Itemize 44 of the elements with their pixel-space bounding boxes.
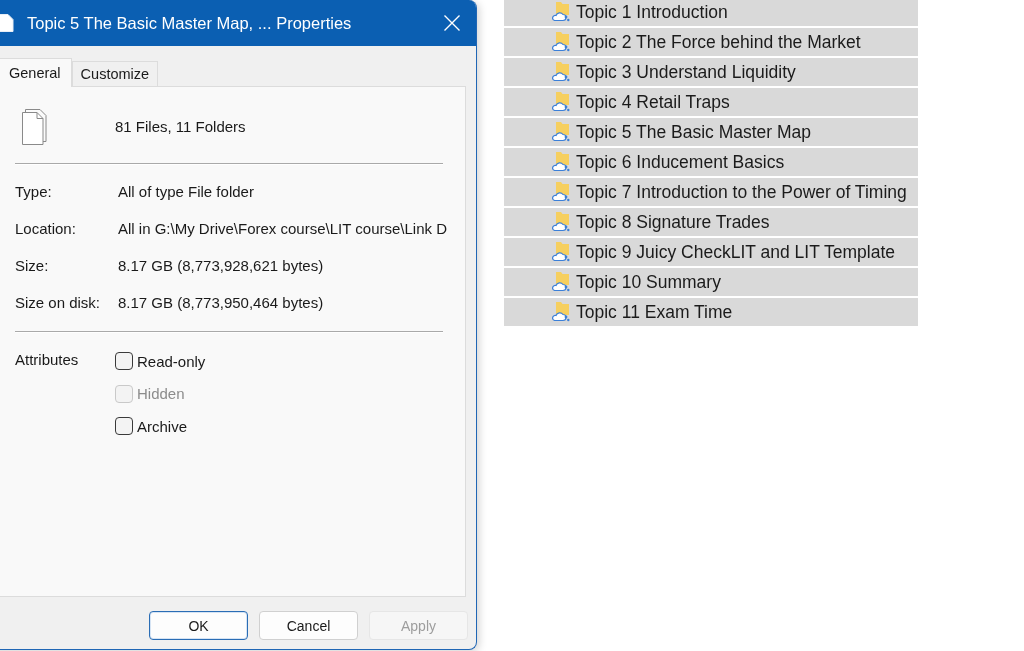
shared-folder-icon <box>552 302 570 322</box>
folder-row[interactable]: Topic 4 Retail Traps <box>504 88 918 116</box>
shared-folder-icon <box>552 182 570 202</box>
folder-row[interactable]: Topic 9 Juicy CheckLIT and LIT Template <box>504 238 918 266</box>
shared-folder-icon <box>552 152 570 172</box>
document-icon <box>0 14 14 32</box>
folder-row[interactable]: Topic 1 Introduction <box>504 0 918 26</box>
dialog-button[interactable]: Cancel <box>259 611 358 640</box>
property-label: Location: <box>15 220 77 237</box>
folder-row[interactable]: Topic 6 Inducement Basics <box>504 148 918 176</box>
tab[interactable]: Customize <box>71 61 159 86</box>
folder-row[interactable]: Topic 5 The Basic Master Map <box>504 118 918 146</box>
shared-folder-icon <box>552 122 570 142</box>
shared-folder-icon <box>552 32 570 52</box>
checkbox-label: Hidden <box>137 385 185 403</box>
property-label: Type: <box>15 183 53 200</box>
attributes-label: Attributes <box>15 351 80 368</box>
folder-row[interactable]: Topic 7 Introduction to the Power of Timing <box>504 178 918 206</box>
property-value: All in G:\My Drive\Forex course\LIT course\Link D <box>118 220 447 237</box>
dialog-button[interactable]: OK <box>149 611 248 640</box>
item-count-text: 81 Files, 11 Folders <box>115 117 246 135</box>
property-label: Size on disk: <box>15 294 102 311</box>
checkbox-label: Archive <box>137 417 188 435</box>
property-value: All of type File folder <box>118 183 254 200</box>
property-label: Size: <box>15 257 50 274</box>
shared-folder-icon <box>552 2 570 22</box>
window-title: Topic 5 The Basic Master Map, ... Properties <box>27 13 353 33</box>
shared-folder-icon <box>552 212 570 232</box>
folder-row[interactable]: Topic 8 Signature Trades <box>504 208 918 236</box>
tab[interactable]: General <box>0 58 72 87</box>
shared-folder-icon <box>552 92 570 112</box>
property-value: 8.17 GB (8,773,950,464 bytes) <box>118 294 324 311</box>
folder-row[interactable]: Topic 3 Understand Liquidity <box>504 58 918 86</box>
folder-row[interactable]: Topic 10 Summary <box>504 268 918 296</box>
shared-folder-icon <box>552 62 570 82</box>
property-value: 8.17 GB (8,773,928,621 bytes) <box>118 257 324 274</box>
close-icon <box>444 15 460 31</box>
checkbox-label: Read-only <box>137 352 206 370</box>
shared-folder-icon <box>552 242 570 262</box>
checkbox[interactable] <box>115 352 133 371</box>
folder-row[interactable]: Topic 2 The Force behind the Market <box>504 28 918 56</box>
shared-folder-icon <box>552 272 570 292</box>
folder-row[interactable]: Topic 11 Exam Time <box>504 298 918 326</box>
checkbox[interactable] <box>115 417 133 436</box>
